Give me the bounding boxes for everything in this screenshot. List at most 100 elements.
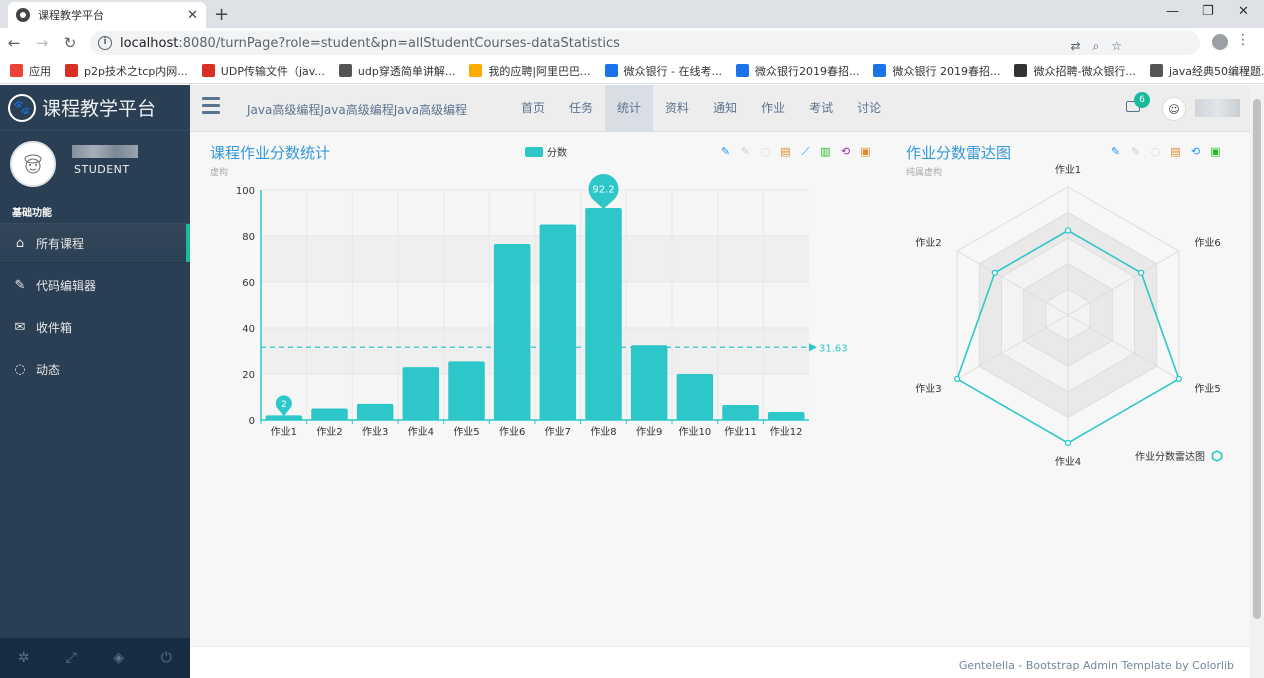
- bookmark-item[interactable]: 应用: [10, 63, 51, 79]
- user-avatar[interactable]: ☺: [1162, 97, 1186, 121]
- bar[interactable]: [676, 374, 714, 420]
- bookmark-star-icon[interactable]: ☆: [1111, 39, 1122, 54]
- scroll-thumb[interactable]: [1253, 99, 1261, 619]
- bookmark-favicon-icon: [338, 64, 352, 77]
- bar[interactable]: [539, 224, 577, 421]
- bookmarks-more-icon[interactable]: »: [1243, 63, 1250, 77]
- url-input[interactable]: i localhost :8080/turnPage?role=student&…: [90, 31, 1200, 55]
- bookmark-label: 微众银行2019春招...: [755, 64, 860, 78]
- nav-tab[interactable]: 统计: [605, 85, 654, 132]
- logout-icon[interactable]: ⏻: [143, 638, 191, 678]
- data-view-icon[interactable]: ▤: [778, 144, 793, 159]
- nav-tab[interactable]: 资料: [653, 85, 701, 132]
- bar[interactable]: [493, 244, 531, 420]
- radar-legend[interactable]: 作业分数雷达图: [1135, 448, 1223, 463]
- bookmark-item[interactable]: UDP传输文件（jav...: [201, 63, 325, 79]
- sidebar-footer: ✲ ⤢ ◈ ⏻: [0, 638, 190, 678]
- bar[interactable]: [448, 361, 485, 420]
- menu-toggle-icon[interactable]: [202, 97, 220, 118]
- sidebar-item-3[interactable]: ◌ 动态: [0, 349, 190, 389]
- nav-tab[interactable]: 首页: [509, 85, 557, 132]
- browser-tabbar: 课程教学平台 ✕ + — ❐ ✕: [0, 0, 1264, 28]
- radar-point[interactable]: [1064, 227, 1072, 234]
- save-image-icon[interactable]: ▣: [858, 144, 873, 159]
- mark-clear-icon[interactable]: ◌: [758, 144, 773, 159]
- bookmark-item[interactable]: udp穿透简单讲解...: [338, 63, 455, 79]
- bookmark-label: 微众银行 2019春招...: [892, 64, 1001, 78]
- browser-tab[interactable]: 课程教学平台 ✕: [8, 2, 206, 28]
- nav-tab[interactable]: 讨论: [845, 85, 893, 132]
- bar[interactable]: [402, 367, 440, 420]
- radar-mark-icon[interactable]: ✎: [1108, 144, 1123, 159]
- bar[interactable]: [630, 345, 668, 420]
- settings-icon[interactable]: ✲: [0, 638, 48, 678]
- radar-mark-undo-icon[interactable]: ✎: [1128, 144, 1143, 159]
- profile-avatar-icon[interactable]: [1212, 34, 1228, 50]
- restore-icon[interactable]: ❐: [1202, 4, 1214, 19]
- radar-point[interactable]: [1175, 375, 1183, 383]
- radar-point[interactable]: [991, 269, 998, 276]
- x-tick-label: 作业7: [545, 426, 571, 438]
- comment-icon: ◌: [14, 361, 26, 377]
- x-tick-label: 作业10: [678, 426, 711, 438]
- brand[interactable]: 🐾 课程教学平台: [0, 85, 190, 131]
- bar[interactable]: [767, 411, 805, 420]
- restore-icon[interactable]: ⟲: [838, 144, 853, 159]
- close-window-icon[interactable]: ✕: [1238, 4, 1249, 19]
- nav-tab[interactable]: 作业: [749, 85, 797, 132]
- back-icon[interactable]: ←: [0, 34, 28, 52]
- tab-close-icon[interactable]: ✕: [187, 8, 198, 23]
- radar-restore-icon[interactable]: ⟲: [1188, 144, 1203, 159]
- radar-mark-clear-icon[interactable]: ◌: [1148, 144, 1163, 159]
- bookmark-item[interactable]: 微众银行 2019春招...: [873, 63, 1000, 79]
- scrollbar[interactable]: [1250, 85, 1264, 678]
- radar-chart: 作业1 作业6 作业5 作业4 作业3 作业2: [915, 164, 1220, 468]
- mail-badge: 6: [1134, 92, 1150, 108]
- sidebar-item-1[interactable]: ✎ 代码编辑器: [0, 265, 190, 305]
- radar-point[interactable]: [1138, 269, 1145, 276]
- line-chart-icon[interactable]: ⟋: [798, 144, 813, 159]
- side-menu: ⌂ 所有课程 ✎ 代码编辑器 ✉ 收件箱 ◌ 动态: [0, 223, 190, 389]
- nav-tab[interactable]: 任务: [557, 85, 605, 132]
- radar-data-view-icon[interactable]: ▤: [1168, 144, 1183, 159]
- bar-chart-icon[interactable]: ▥: [818, 144, 833, 159]
- nav-tab[interactable]: 通知: [701, 85, 749, 132]
- reload-icon[interactable]: ↻: [56, 34, 84, 52]
- bar[interactable]: [722, 405, 759, 420]
- lock-eye-icon[interactable]: ◈: [95, 638, 143, 678]
- bar[interactable]: [311, 408, 348, 421]
- site-info-icon[interactable]: i: [98, 36, 112, 50]
- minimize-icon[interactable]: —: [1166, 4, 1179, 19]
- forward-icon[interactable]: →: [28, 34, 56, 52]
- bar[interactable]: [356, 403, 394, 420]
- radar-point[interactable]: [1064, 439, 1072, 447]
- radar-point[interactable]: [953, 375, 961, 383]
- fullscreen-icon[interactable]: ⤢: [48, 638, 96, 678]
- sidebar-item-2[interactable]: ✉ 收件箱: [0, 307, 190, 347]
- bookmark-favicon-icon: [10, 64, 23, 77]
- bar[interactable]: [585, 207, 622, 420]
- sidebar-item-0[interactable]: ⌂ 所有课程: [0, 223, 190, 263]
- bookmark-item[interactable]: 微众招聘-微众银行...: [1014, 63, 1136, 79]
- bookmark-item[interactable]: 我的应聘|阿里巴巴...: [469, 63, 591, 79]
- zoom-icon[interactable]: ⌕: [1093, 39, 1100, 54]
- translate-icon[interactable]: ⇄: [1070, 39, 1080, 54]
- radar-indicator-label: 作业4: [1055, 456, 1081, 468]
- mark-icon[interactable]: ✎: [718, 144, 733, 159]
- sidebar-item-label: 代码编辑器: [36, 278, 97, 293]
- radar-save-image-icon[interactable]: ▣: [1208, 144, 1223, 159]
- bookmark-item[interactable]: 微众银行 - 在线考...: [604, 63, 722, 79]
- bookmark-favicon-icon: [469, 64, 483, 77]
- bookmark-item[interactable]: 微众银行2019春招...: [736, 63, 859, 79]
- user-name-blurred-top[interactable]: [1195, 99, 1240, 117]
- mark-undo-icon[interactable]: ✎: [738, 144, 753, 159]
- sidebar: 🐾 课程教学平台 STUDENT 基础功能 ⌂ 所有课程 ✎ 代码编辑器 ✉ 收件箱 ◌ 动态…: [0, 85, 190, 678]
- bookmark-favicon-icon: [1149, 64, 1163, 77]
- new-tab-icon[interactable]: +: [214, 4, 229, 25]
- menu-kebab-icon[interactable]: ⋮: [1236, 32, 1250, 48]
- radar-indicator-label: 作业1: [1055, 164, 1081, 176]
- nav-tab[interactable]: 考试: [797, 85, 845, 132]
- bookmark-item[interactable]: p2p技术之tcp内网...: [65, 63, 188, 79]
- radar-indicator-label: 作业3: [915, 383, 941, 395]
- bar-legend[interactable]: 分数: [525, 144, 567, 159]
